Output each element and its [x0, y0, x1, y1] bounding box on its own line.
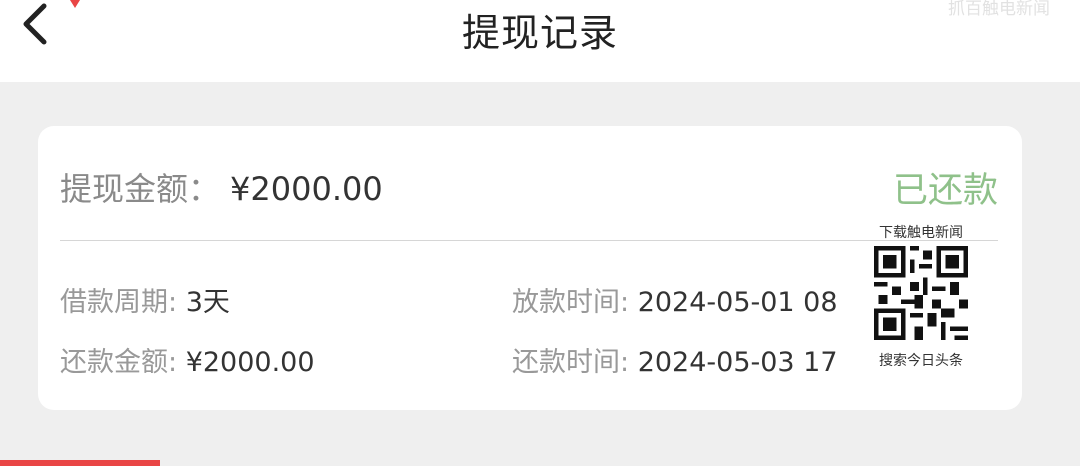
- disburse-time-field: 放款时间: 2024-05-01 08: [512, 280, 838, 319]
- status-badge: 已还款: [892, 171, 998, 211]
- withdrawal-record-page: 提现记录 抓百触电新闻 提现金额： ¥2000.00 已还款 借款周期: 3天 还…: [0, 0, 1080, 466]
- repay-amount-field: 还款金额: ¥2000.00: [60, 340, 315, 379]
- repay-time-field: 还款时间: 2024-05-03 17: [512, 340, 838, 379]
- qr-top-caption: 下载触电新闻: [879, 225, 963, 241]
- qr-overlay: 下载触电新闻 搜索今日头条: [866, 222, 976, 372]
- top-nav-bar: 提现记录 抓百触电新闻: [0, 0, 1080, 82]
- withdrawal-amount-value: ¥2000.00: [230, 170, 383, 208]
- disburse-time-label: 放款时间:: [512, 287, 638, 318]
- watermark-text: 抓百触电新闻: [948, 0, 1050, 19]
- loan-period-label: 借款周期:: [60, 287, 186, 318]
- bottom-accent-bar: [0, 460, 160, 466]
- divider: [60, 240, 998, 241]
- repay-amount-label: 还款金额:: [60, 347, 186, 378]
- repay-amount-value: ¥2000.00: [185, 347, 315, 378]
- loan-period-field: 借款周期: 3天: [60, 280, 230, 319]
- withdrawal-amount-row: 提现金额： ¥2000.00: [60, 164, 383, 210]
- page-title: 提现记录: [461, 11, 618, 55]
- qr-code-icon: [874, 246, 968, 340]
- withdrawal-amount-label: 提现金额：: [60, 170, 221, 208]
- loan-period-value: 3天: [185, 287, 230, 318]
- repay-time-label: 还款时间:: [512, 347, 638, 378]
- qr-bottom-caption: 搜索今日头条: [879, 353, 963, 369]
- repay-time-value: 2024-05-03 17: [637, 347, 838, 378]
- disburse-time-value: 2024-05-01 08: [637, 287, 838, 318]
